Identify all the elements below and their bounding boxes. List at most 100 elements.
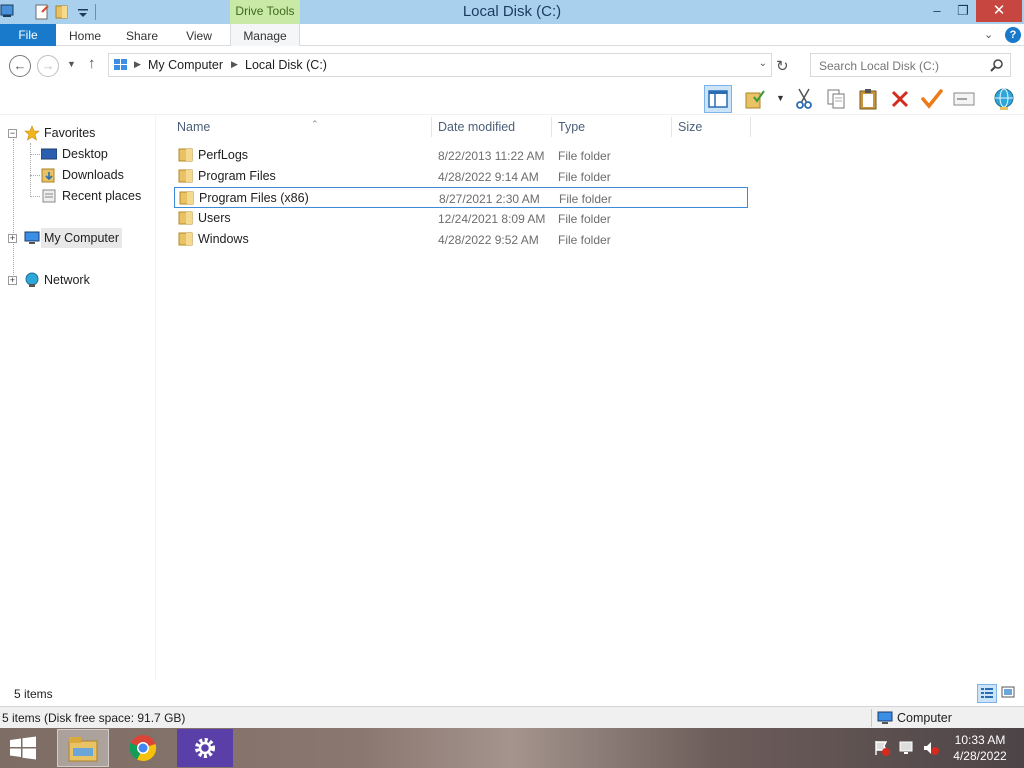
tab-manage[interactable]: Manage	[230, 24, 300, 46]
chrome-icon	[129, 735, 157, 762]
address-row: ← → ▼ ↑ ▶ My Computer ▶ Local Disk (C:) …	[0, 47, 1024, 83]
address-bar[interactable]: ▶ My Computer ▶ Local Disk (C:) ⌄	[108, 53, 772, 77]
recent-locations-chevron-icon[interactable]: ▼	[67, 59, 76, 69]
help-icon[interactable]: ?	[1005, 27, 1021, 43]
tree-line	[30, 196, 40, 197]
computer-icon	[877, 711, 893, 724]
tab-file[interactable]: File	[0, 24, 56, 46]
details-view-button[interactable]	[977, 684, 997, 703]
column-header-type[interactable]: Type	[552, 115, 671, 139]
maximize-button[interactable]: ❐	[950, 0, 976, 22]
file-row[interactable]: PerfLogs 8/22/2013 11:22 AM File folder	[174, 145, 748, 166]
tree-line	[30, 143, 31, 197]
file-type: File folder	[559, 192, 612, 206]
search-icon[interactable]	[990, 58, 1004, 72]
breadcrumb-local-disk[interactable]: Local Disk (C:)	[245, 58, 327, 72]
column-header-name[interactable]: Name ⌃	[171, 115, 431, 139]
search-input[interactable]: Search Local Disk (C:)	[810, 53, 1011, 77]
tree-downloads[interactable]: Downloads	[40, 165, 150, 185]
large-icons-view-button[interactable]	[999, 684, 1019, 703]
details-view-icon	[981, 688, 993, 698]
file-explorer-icon	[68, 737, 98, 762]
sort-ascending-icon: ⌃	[311, 119, 319, 129]
network-status-icon[interactable]	[898, 740, 916, 756]
file-date: 8/27/2021 2:30 AM	[439, 192, 540, 206]
ribbon-tabs: File Home Share View Manage ⌄ ?	[0, 24, 1024, 46]
folder-icon	[178, 211, 193, 225]
tree-label: Recent places	[62, 189, 142, 203]
recent-places-icon	[42, 189, 56, 203]
breadcrumb-my-computer[interactable]: My Computer	[148, 58, 223, 72]
taskbar-chrome[interactable]	[117, 729, 169, 767]
file-name: PerfLogs	[198, 148, 249, 162]
search-placeholder: Search Local Disk (C:)	[819, 59, 940, 73]
window-title: Local Disk (C:)	[462, 3, 562, 20]
column-header-date-modified[interactable]: Date modified	[432, 115, 551, 139]
apply-button[interactable]	[918, 85, 946, 113]
forward-button[interactable]: →	[37, 55, 59, 77]
delete-button[interactable]	[886, 85, 914, 113]
cut-button[interactable]	[790, 85, 818, 113]
taskbar: 10:33 AM 4/28/2022	[0, 728, 1024, 768]
file-row[interactable]: Program Files 4/28/2022 9:14 AM File fol…	[174, 166, 748, 187]
file-row[interactable]: Program Files (x86) 8/27/2021 2:30 AM Fi…	[174, 187, 748, 208]
file-name: Program Files	[198, 169, 276, 183]
file-row[interactable]: Users 12/24/2021 8:09 AM File folder	[174, 208, 748, 229]
column-header-label: Name	[177, 120, 211, 134]
rename-button[interactable]	[950, 85, 978, 113]
network-button[interactable]	[990, 85, 1018, 113]
tree-label: My Computer	[41, 228, 123, 248]
close-button[interactable]: ✕	[976, 0, 1022, 22]
file-date: 4/28/2022 9:14 AM	[438, 170, 539, 184]
tab-view[interactable]: View	[178, 24, 220, 46]
copy-button[interactable]	[822, 85, 850, 113]
file-list: Name ⌃ Date modified Type Size PerfLogs …	[157, 115, 1024, 680]
command-toolbar: ▼	[0, 83, 1024, 115]
file-type: File folder	[558, 170, 611, 184]
tab-home[interactable]: Home	[62, 24, 108, 46]
folder-icon	[178, 169, 193, 183]
tree-my-computer[interactable]: + My Computer	[4, 228, 144, 248]
collapse-icon[interactable]: −	[8, 129, 17, 138]
tree-recent-places[interactable]: Recent places	[40, 186, 150, 206]
action-center-flag-icon[interactable]	[873, 740, 891, 756]
folder-options-dropdown-icon[interactable]: ▼	[776, 93, 785, 103]
file-name: Windows	[198, 232, 249, 246]
minimize-button[interactable]: –	[924, 0, 950, 22]
volume-muted-icon[interactable]	[922, 740, 940, 756]
checkmark-icon	[921, 89, 943, 109]
tree-favorites[interactable]: − Favorites	[4, 123, 144, 143]
status-bar: 5 items	[0, 681, 1024, 706]
preview-pane-button[interactable]	[704, 85, 732, 113]
column-divider[interactable]	[750, 117, 751, 137]
windows-start-icon[interactable]	[8, 736, 38, 760]
file-row[interactable]: Windows 4/28/2022 9:52 AM File folder	[174, 229, 748, 250]
tree-network[interactable]: + Network	[4, 270, 144, 290]
folder-options-button[interactable]	[742, 85, 770, 113]
folder-icon	[178, 148, 193, 162]
back-button[interactable]: ←	[9, 55, 31, 77]
title-bar: Drive Tools Local Disk (C:) – ❐ ✕	[0, 0, 1024, 24]
computer-icon	[114, 59, 127, 70]
network-globe-icon	[994, 88, 1014, 110]
refresh-icon[interactable]: ↻	[776, 57, 789, 75]
expand-icon[interactable]: +	[8, 276, 17, 285]
paste-button[interactable]	[854, 85, 882, 113]
column-header-size[interactable]: Size	[672, 115, 750, 139]
breadcrumb-separator-icon[interactable]: ▶	[134, 59, 141, 70]
tree-label: Desktop	[62, 147, 108, 161]
address-dropdown-icon[interactable]: ⌄	[759, 58, 767, 69]
tree-desktop[interactable]: Desktop	[40, 144, 150, 164]
tab-share[interactable]: Share	[120, 24, 164, 46]
item-count: 5 items	[14, 687, 53, 701]
folder-options-icon	[745, 90, 765, 109]
taskbar-settings[interactable]	[177, 729, 233, 767]
file-type: File folder	[558, 149, 611, 163]
up-arrow-icon[interactable]: ↑	[88, 55, 96, 72]
system-clock[interactable]: 10:33 AM 4/28/2022	[944, 732, 1016, 764]
expand-icon[interactable]: +	[8, 234, 17, 243]
breadcrumb-separator-icon[interactable]: ▶	[231, 59, 238, 70]
status-divider	[871, 709, 872, 727]
taskbar-file-explorer[interactable]	[57, 729, 109, 767]
chevron-down-icon[interactable]: ⌄	[984, 28, 993, 41]
